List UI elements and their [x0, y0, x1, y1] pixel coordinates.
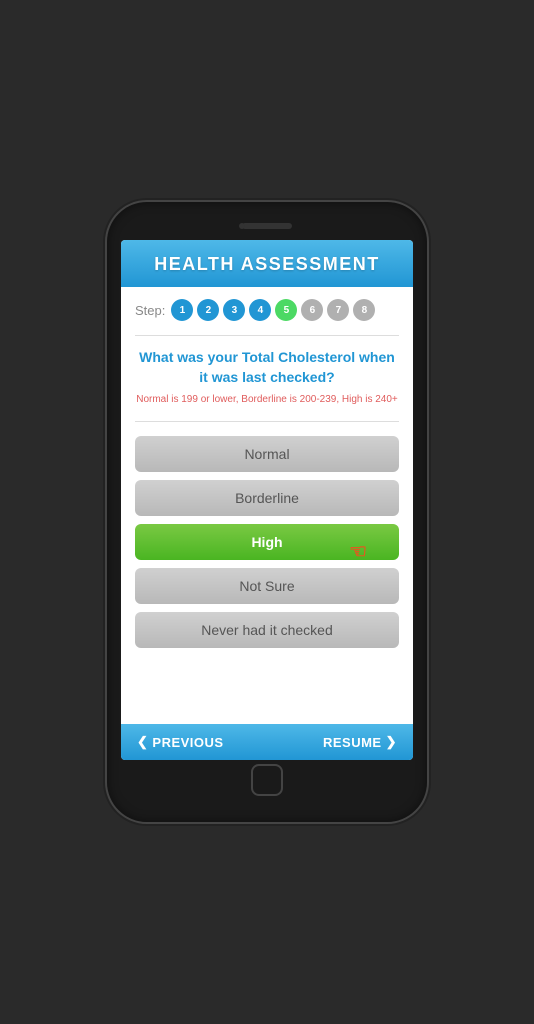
phone-top: [121, 216, 413, 236]
resume-arrow-icon: [386, 734, 397, 750]
option-high[interactable]: High ☞: [135, 524, 399, 560]
step-8[interactable]: 8: [353, 299, 375, 321]
home-button[interactable]: [251, 764, 283, 796]
resume-button[interactable]: RESUME: [323, 734, 397, 750]
app-footer: PREVIOUS RESUME: [121, 724, 413, 760]
step-7[interactable]: 7: [327, 299, 349, 321]
step-label: Step:: [135, 303, 165, 318]
screen-content: Step: 1 2 3 4 5 6 7 8 What was your Tota…: [121, 287, 413, 724]
phone-screen: HEALTH ASSESSMENT Step: 1 2 3 4 5 6 7 8: [121, 240, 413, 760]
option-borderline[interactable]: Borderline: [135, 480, 399, 516]
steps-container: 1 2 3 4 5 6 7 8: [171, 299, 375, 321]
option-not-sure[interactable]: Not Sure: [135, 568, 399, 604]
steps-row: Step: 1 2 3 4 5 6 7 8: [135, 299, 399, 321]
divider-1: [135, 335, 399, 336]
speaker: [242, 223, 292, 229]
divider-2: [135, 421, 399, 422]
camera: [239, 223, 245, 229]
step-1[interactable]: 1: [171, 299, 193, 321]
previous-arrow-icon: [137, 734, 148, 750]
option-never-checked[interactable]: Never had it checked: [135, 612, 399, 648]
step-3[interactable]: 3: [223, 299, 245, 321]
option-normal[interactable]: Normal: [135, 436, 399, 472]
previous-label: PREVIOUS: [152, 735, 223, 750]
phone-bottom: [121, 760, 413, 800]
options-list: Normal Borderline High ☞ Not Sure Never …: [135, 436, 399, 648]
step-2[interactable]: 2: [197, 299, 219, 321]
step-6[interactable]: 6: [301, 299, 323, 321]
resume-label: RESUME: [323, 735, 382, 750]
question-text: What was your Total Cholesterol when it …: [135, 348, 399, 387]
cursor-icon: ☞: [349, 539, 367, 564]
step-5[interactable]: 5: [275, 299, 297, 321]
previous-button[interactable]: PREVIOUS: [137, 734, 224, 750]
step-4[interactable]: 4: [249, 299, 271, 321]
question-sub-info: Normal is 199 or lower, Borderline is 20…: [135, 393, 399, 407]
phone-frame: HEALTH ASSESSMENT Step: 1 2 3 4 5 6 7 8: [107, 202, 427, 822]
app-header: HEALTH ASSESSMENT: [121, 240, 413, 287]
header-title: HEALTH ASSESSMENT: [131, 254, 403, 275]
